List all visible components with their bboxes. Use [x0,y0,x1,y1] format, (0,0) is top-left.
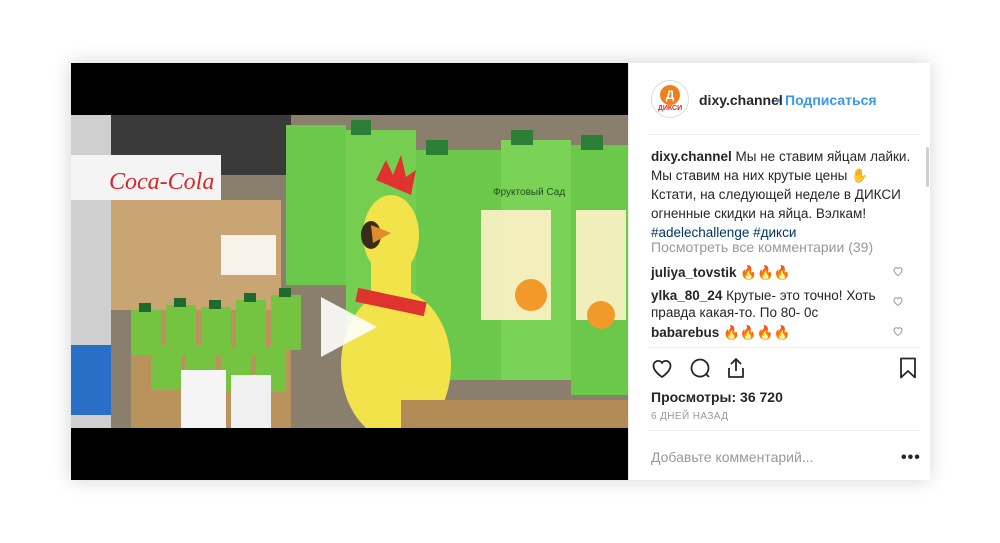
post-date[interactable]: 6 ДНЕЙ НАЗАД [651,411,728,422]
heart-icon[interactable] [650,356,674,380]
comment-like-heart-icon[interactable] [892,265,904,277]
separator-dot: • [776,92,781,108]
comment-username[interactable]: ylka_80_24 [651,288,722,303]
post-header: Д ДИКСИ dixy.channel • Подписаться [629,63,930,134]
post-sidebar: Д ДИКСИ dixy.channel • Подписаться dixy.… [628,63,930,480]
post-card: Coca-Cola Фруктовый Сад Д ДИКСИ dixy.cha… [71,63,930,480]
comment-text: 🔥🔥🔥 [736,265,791,280]
username-link[interactable]: dixy.channel [699,92,783,108]
comment-like-heart-icon[interactable] [892,295,904,307]
divider [649,430,919,431]
divider [649,347,919,348]
caption-hashtags[interactable]: #adelechallenge #дикси [651,225,796,240]
avatar-logo: Д [660,85,680,105]
comment-icon[interactable] [688,356,712,380]
play-icon[interactable] [321,297,377,357]
post-caption: dixy.channel Мы не ставим яйцам лайки. М… [651,147,913,242]
views-count[interactable]: Просмотры: 36 720 [651,389,783,405]
add-comment-input[interactable]: Добавьте комментарий... [651,449,813,465]
video-thumbnail: Coca-Cola Фруктовый Сад [71,115,628,428]
comment-item: juliya_tovstik 🔥🔥🔥 [651,264,881,281]
comment-like-heart-icon[interactable] [892,325,904,337]
divider [649,134,919,135]
video-player[interactable]: Coca-Cola Фруктовый Сад [71,63,628,480]
comment-username[interactable]: babarebus [651,325,719,340]
avatar[interactable]: Д ДИКСИ [651,80,689,118]
carton-label: Фруктовый Сад [493,187,565,198]
view-all-comments-link[interactable]: Посмотреть все комментарии (39) [651,239,873,255]
comment-username[interactable]: juliya_tovstik [651,265,737,280]
follow-button[interactable]: Подписаться [785,92,877,108]
caption-username[interactable]: dixy.channel [651,149,732,164]
bookmark-icon[interactable] [896,356,920,380]
comment-text: 🔥🔥🔥🔥 [719,325,791,340]
comments-scrollbar[interactable] [926,147,929,187]
avatar-logo-text: ДИКСИ [657,105,683,112]
comment-item: babarebus 🔥🔥🔥🔥 [651,324,881,341]
share-icon[interactable] [724,356,748,380]
comment-item: ylka_80_24 Крутые- это точно! Хоть правд… [651,287,881,321]
more-options-button[interactable]: ••• [901,449,921,467]
brand-sign: Coca-Cola [109,169,214,195]
video-frame: Coca-Cola Фруктовый Сад [71,115,628,428]
